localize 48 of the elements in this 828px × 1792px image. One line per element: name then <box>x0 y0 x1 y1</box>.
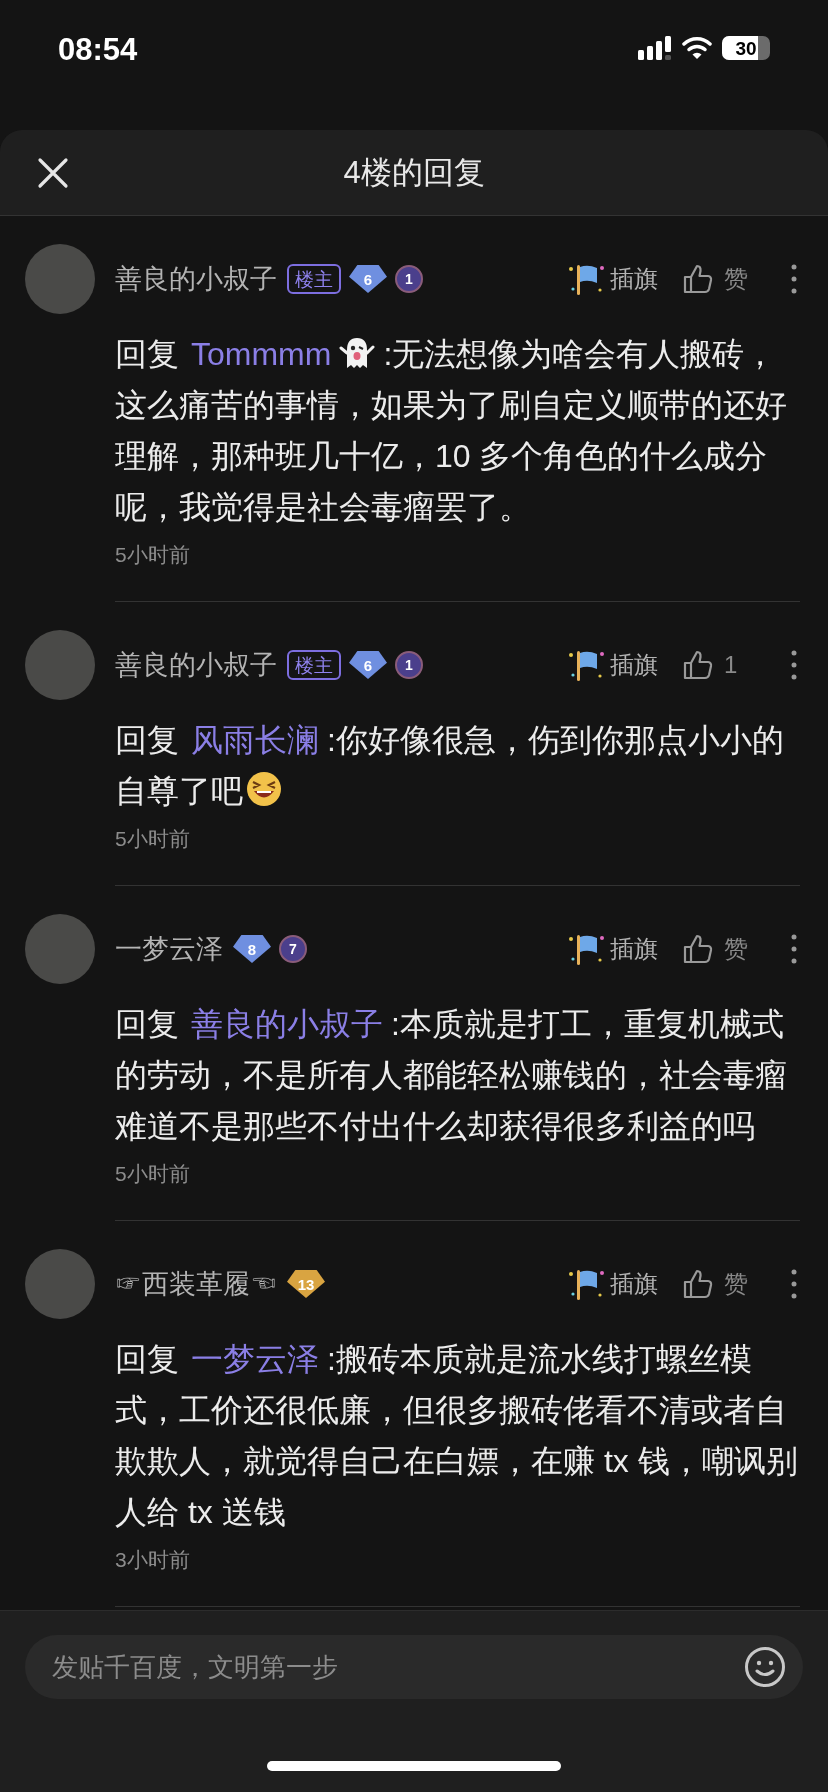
thumbs-up-icon <box>682 933 714 965</box>
user-link[interactable]: 一梦云泽 <box>191 1341 319 1377</box>
wifi-icon <box>682 36 712 60</box>
comment-text: 回复 Tommmm :无法想像为啥会有人搬砖，这么痛苦的事情，如果为了刷自定义顺带的还好理解，那种班几十亿，10 多个角色的什么成分呢，我觉得是社会毒瘤罢了。 <box>115 334 788 527</box>
timestamp: 5小时前 <box>115 826 191 852</box>
comment-text: 回复 风雨长澜 :你好像很急，伤到你那点小小的自尊了吧 <box>115 721 785 811</box>
laughing-face-icon <box>245 770 283 808</box>
medal-badge: 7 <box>279 935 307 963</box>
comment-field[interactable]: 发贴千百度，文明第一步 <box>25 1635 803 1699</box>
comment-text: 回复 善良的小叔子 :本质就是打工，重复机械式的劳动，不是所有人都能轻松赚钱的，社会毒瘤难道不是那些不付出什么却获得很多利益的吗 <box>115 1005 788 1146</box>
host-badge: 楼主 <box>287 264 341 294</box>
flag-button[interactable]: 插旗 <box>566 645 658 685</box>
status-time: 08:54 <box>58 31 138 69</box>
timestamp: 5小时前 <box>115 1161 191 1187</box>
like-button[interactable]: 赞 <box>682 1268 762 1300</box>
like-button[interactable]: 1 <box>682 649 762 681</box>
level-badge: 13 <box>287 1270 325 1298</box>
flag-button[interactable]: 插旗 <box>566 929 658 969</box>
comment-input[interactable]: 发贴千百度，文明第一步 <box>52 1647 744 1687</box>
username[interactable]: 一梦云泽 <box>115 931 223 967</box>
sheet-title: 4楼的回复 <box>343 153 485 192</box>
like-button[interactable]: 赞 <box>682 263 762 295</box>
user-link[interactable]: 善良的小叔子 <box>191 1006 383 1042</box>
user-link[interactable]: 风雨长澜 <box>191 722 319 758</box>
level-badge: 6 <box>349 651 387 679</box>
comment-text: 回复 一梦云泽 :搬砖本质就是流水线打螺丝模式，工价还很低廉，但很多搬砖佬看不清或者自欺欺人，就觉得自己在白嫖，在赚 tx 钱，嘲讽别人给 tx 送钱 <box>115 1340 799 1532</box>
user-link[interactable]: Tommmm <box>191 336 332 372</box>
battery-level: 30 <box>735 38 757 58</box>
timestamp: 3小时前 <box>115 1547 191 1573</box>
flag-button[interactable]: 插旗 <box>566 259 658 299</box>
medal-badge: 1 <box>395 265 423 293</box>
thumbs-up-icon <box>682 649 714 681</box>
ghost-icon <box>339 335 376 371</box>
medal-badge: 1 <box>395 651 423 679</box>
thumbs-up-icon <box>682 263 714 295</box>
host-badge: 楼主 <box>287 650 341 680</box>
thumbs-up-icon <box>682 1268 714 1300</box>
level-badge: 8 <box>233 935 271 963</box>
timestamp: 5小时前 <box>115 542 191 568</box>
emoji-button[interactable] <box>744 1646 786 1688</box>
username[interactable]: ☞西装革履☜ <box>115 1266 277 1302</box>
flag-button[interactable]: 插旗 <box>566 1264 658 1304</box>
signal-icon <box>638 36 672 60</box>
like-button[interactable]: 赞 <box>682 933 762 965</box>
level-badge: 6 <box>349 265 387 293</box>
close-button[interactable] <box>36 156 70 190</box>
username[interactable]: 善良的小叔子 <box>115 261 277 297</box>
username[interactable]: 善良的小叔子 <box>115 647 277 683</box>
